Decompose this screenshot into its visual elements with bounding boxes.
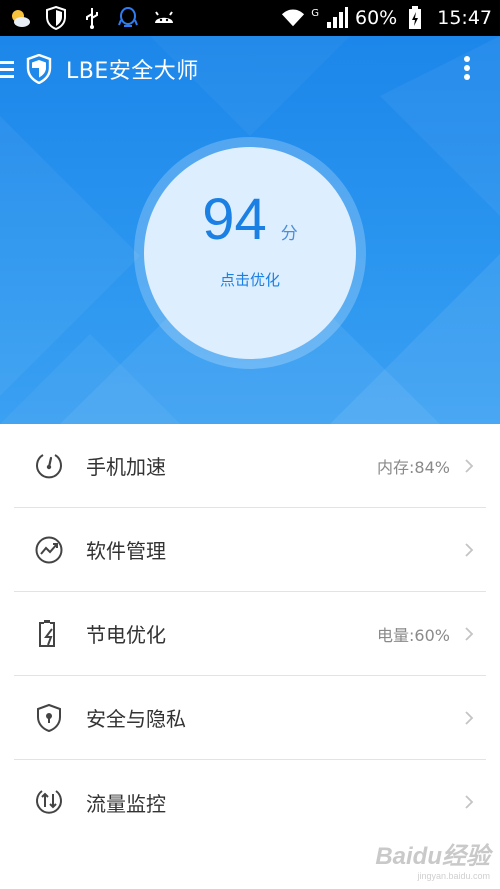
clock: 15:47 — [437, 7, 492, 29]
feature-label: 手机加速 — [86, 455, 166, 479]
app-title: LBE安全大师 — [66, 59, 199, 84]
score-value: 94 — [202, 187, 267, 252]
weather-icon — [8, 6, 32, 30]
watermark: Baidu经验 jingyan.baidu.com — [375, 836, 490, 881]
feature-row-phone-speedup[interactable]: 手机加速 内存:84% — [14, 424, 486, 508]
watermark-url: jingyan.baidu.com — [417, 871, 490, 881]
feature-label: 流量监控 — [86, 791, 166, 816]
chevron-right-icon — [465, 459, 474, 473]
wifi-icon — [281, 6, 305, 30]
battery-level-value: 电量:60% — [377, 625, 450, 645]
optimize-score-button[interactable]: 94 分 点击优化 — [144, 147, 356, 359]
chevron-right-icon — [465, 711, 474, 725]
shield-lock-icon — [37, 703, 61, 733]
qq-icon — [116, 6, 140, 30]
hero-panel: LBE安全大师 94 分 点击优化 — [0, 36, 500, 424]
chevron-right-icon — [465, 795, 474, 809]
usb-icon — [80, 6, 104, 30]
battery-bolt-icon — [39, 620, 55, 647]
chevron-right-icon — [465, 627, 474, 641]
feature-label: 软件管理 — [86, 539, 166, 563]
menu-icon[interactable] — [0, 36, 22, 102]
feature-row-app-management[interactable]: 软件管理 — [14, 508, 486, 592]
feature-row-power-saving[interactable]: 节电优化 电量:60% — [14, 592, 486, 676]
feature-row-traffic-monitor[interactable]: 流量监控 — [14, 760, 486, 844]
chevron-right-icon — [465, 543, 474, 557]
app-bar: LBE安全大师 — [0, 36, 500, 102]
android-icon — [152, 6, 176, 30]
watermark-brand: Baidu经验 — [375, 843, 490, 870]
battery-charging-icon — [403, 6, 427, 30]
status-bar: G 60% 15:47 — [0, 0, 500, 36]
app-logo-icon — [26, 53, 54, 85]
more-options-icon[interactable] — [462, 54, 472, 84]
optimize-label: 点击优化 — [219, 271, 280, 289]
feature-label: 节电优化 — [86, 623, 166, 647]
shield-notification-icon — [44, 6, 68, 30]
network-type-label: G — [311, 8, 319, 19]
trend-chart-icon — [35, 536, 63, 564]
feature-label: 安全与隐私 — [86, 707, 186, 731]
feature-list: 手机加速 内存:84% 软件管理 节电优化 电量:60% 安全与隐私 流量监控 — [0, 424, 500, 844]
speedometer-icon — [36, 454, 62, 479]
data-traffic-icon — [36, 790, 62, 814]
memory-usage-value: 内存:84% — [377, 457, 450, 477]
score-unit: 分 — [280, 224, 298, 244]
battery-percent: 60% — [355, 7, 398, 29]
signal-icon — [325, 6, 349, 30]
feature-row-security-privacy[interactable]: 安全与隐私 — [14, 676, 486, 760]
